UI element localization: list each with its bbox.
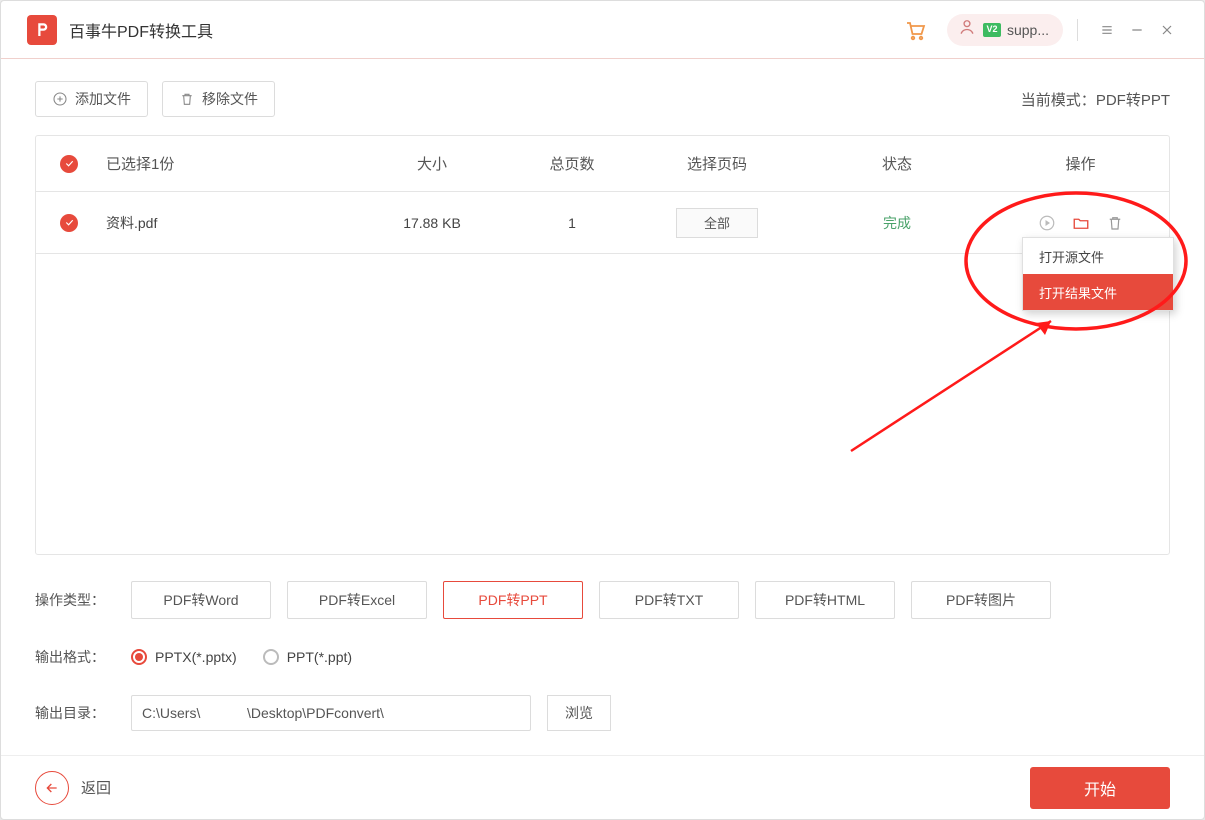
operation-tab-5[interactable]: PDF转图片	[911, 581, 1051, 619]
content-area: 添加文件 移除文件 当前模式：PDF转PPT 已选择1份 大小 总页数	[1, 59, 1204, 755]
output-format-label: 输出格式：	[35, 647, 115, 667]
operation-type-label: 操作类型：	[35, 590, 115, 610]
file-name: 资料.pdf	[102, 213, 352, 233]
app-title: 百事牛PDF转换工具	[69, 18, 213, 42]
file-size: 17.88 KB	[352, 215, 512, 231]
row-operations	[992, 213, 1169, 233]
operation-tab-2[interactable]: PDF转PPT	[443, 581, 583, 619]
operation-type-row: 操作类型： PDF转WordPDF转ExcelPDF转PPTPDF转TXTPDF…	[35, 581, 1170, 619]
select-all-checkbox[interactable]	[60, 155, 78, 173]
divider	[1077, 19, 1078, 41]
header-size: 大小	[352, 153, 512, 174]
header-selected: 已选择1份	[102, 153, 352, 174]
context-menu: 打开源文件 打开结果文件	[1022, 237, 1174, 311]
remove-file-button[interactable]: 移除文件	[162, 81, 275, 117]
toolbar: 添加文件 移除文件 当前模式：PDF转PPT	[35, 59, 1170, 135]
current-mode-label: 当前模式：PDF转PPT	[1021, 89, 1170, 110]
cart-icon[interactable]	[901, 16, 929, 44]
table-empty-space	[36, 254, 1169, 554]
file-table: 已选择1份 大小 总页数 选择页码 状态 操作 资料.pdf 17.88 KB …	[35, 135, 1170, 555]
operation-tab-4[interactable]: PDF转HTML	[755, 581, 895, 619]
file-pages: 1	[512, 215, 632, 231]
add-file-button[interactable]: 添加文件	[35, 81, 148, 117]
select-pages-button[interactable]: 全部	[676, 208, 758, 238]
header-ops: 操作	[992, 153, 1169, 174]
app-window: 百事牛PDF转换工具 V2 supp... 添加文件	[0, 0, 1205, 820]
back-button[interactable]: 返回	[35, 771, 111, 805]
back-label: 返回	[81, 777, 111, 798]
table-row: 资料.pdf 17.88 KB 1 全部 完成	[36, 192, 1169, 254]
back-arrow-icon	[35, 771, 69, 805]
table-header: 已选择1份 大小 总页数 选择页码 状态 操作	[36, 136, 1169, 192]
output-format-row: 输出格式： PPTX(*.pptx) PPT(*.ppt)	[35, 647, 1170, 667]
header-pages: 总页数	[512, 153, 632, 174]
format-radio-0[interactable]: PPTX(*.pptx)	[131, 649, 237, 665]
header-select-pages: 选择页码	[632, 153, 802, 174]
file-status: 完成	[802, 213, 992, 233]
header-status: 状态	[802, 153, 992, 174]
menu-open-result[interactable]: 打开结果文件	[1023, 274, 1173, 310]
output-dir-row: 输出目录： 浏览	[35, 695, 1170, 731]
user-account-button[interactable]: V2 supp...	[947, 14, 1063, 46]
operation-tabs: PDF转Word PDF转Excel PDF转PPT PDF转TXT PDF转HTML P…	[131, 581, 1051, 619]
menu-open-source[interactable]: 打开源文件	[1023, 238, 1173, 274]
format-radios: PPTX(*.pptx) PPT(*.ppt)	[131, 649, 352, 665]
output-path-input[interactable]	[131, 695, 531, 731]
user-icon	[957, 17, 977, 42]
close-icon[interactable]	[1156, 19, 1178, 41]
delete-icon[interactable]	[1105, 213, 1125, 233]
output-dir-label: 输出目录：	[35, 703, 115, 723]
start-button[interactable]: 开始	[1030, 767, 1170, 809]
play-icon[interactable]	[1037, 213, 1057, 233]
add-file-label: 添加文件	[75, 89, 131, 109]
row-checkbox[interactable]	[60, 214, 78, 232]
browse-button[interactable]: 浏览	[547, 695, 611, 731]
operation-tab-3[interactable]: PDF转TXT	[599, 581, 739, 619]
footer: 返回 开始	[1, 755, 1204, 819]
operation-tab-1[interactable]: PDF转Excel	[287, 581, 427, 619]
minimize-icon[interactable]	[1126, 19, 1148, 41]
user-name: supp...	[1007, 22, 1049, 38]
menu-icon[interactable]	[1096, 19, 1118, 41]
app-logo-icon	[27, 15, 57, 45]
vip-badge: V2	[983, 23, 1001, 37]
operation-tab-0[interactable]: PDF转Word	[131, 581, 271, 619]
titlebar: 百事牛PDF转换工具 V2 supp...	[1, 1, 1204, 59]
open-folder-icon[interactable]	[1071, 213, 1091, 233]
remove-file-label: 移除文件	[202, 89, 258, 109]
format-radio-1[interactable]: PPT(*.ppt)	[263, 649, 352, 665]
